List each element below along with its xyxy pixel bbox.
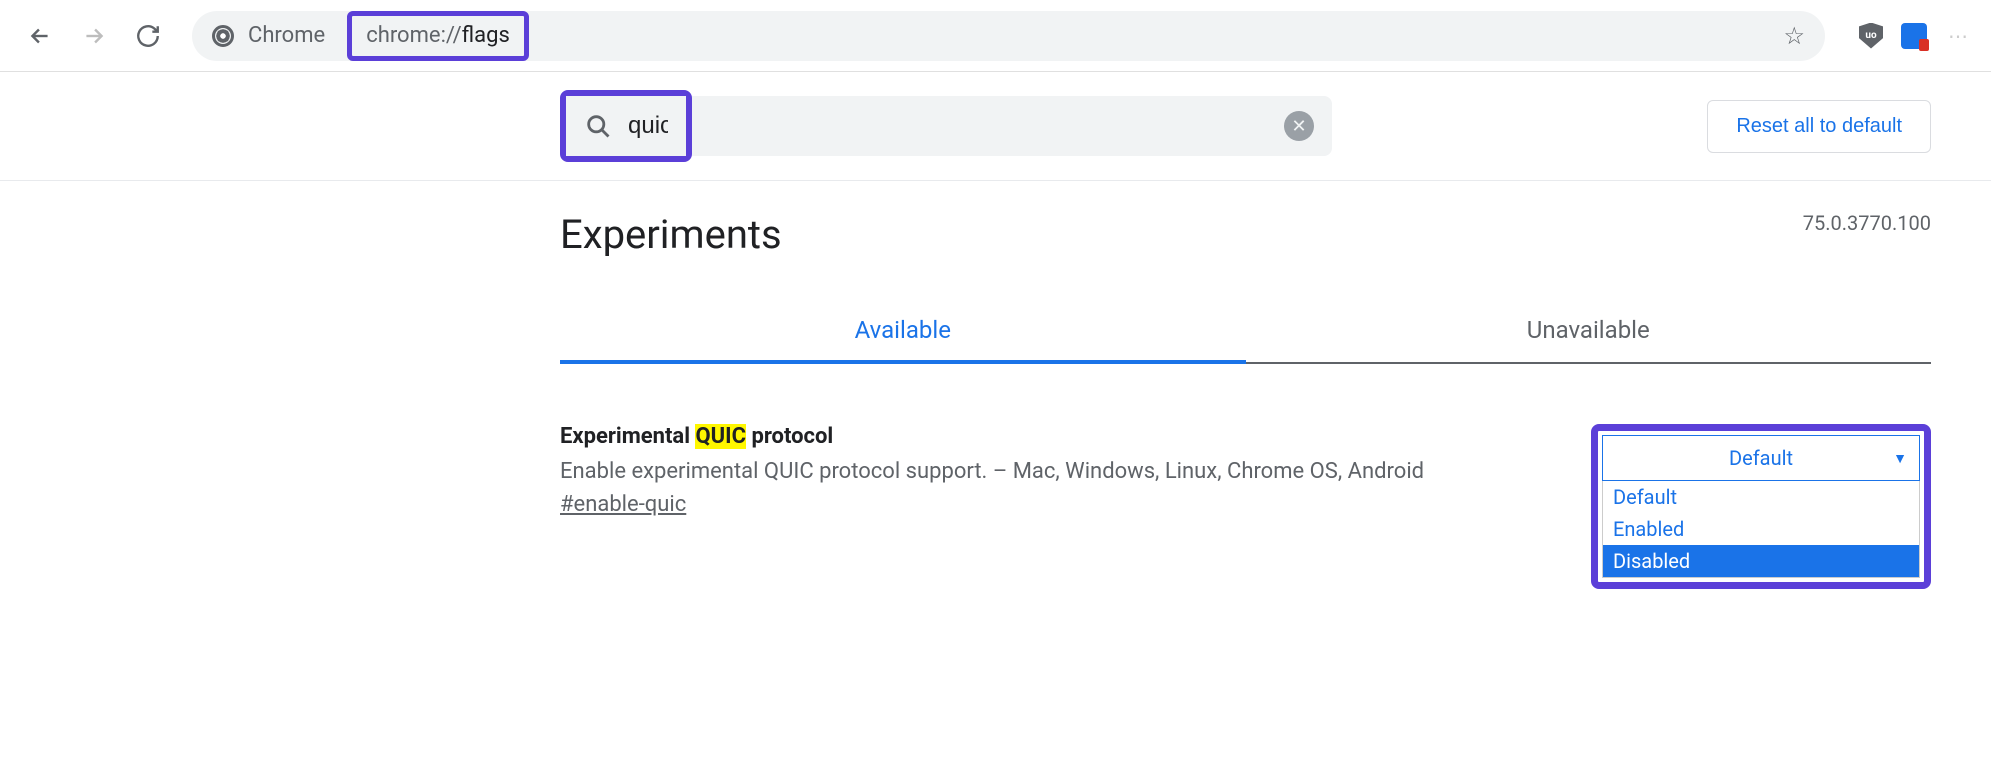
bookmark-star-icon[interactable]: ☆ [1783,22,1805,50]
extension-blue-icon[interactable] [1901,23,1927,49]
flag-description: Enable experimental QUIC protocol suppor… [560,459,1551,484]
content: Experiments 75.0.3770.100 Available Unav… [0,181,1991,649]
omnibox-label: Chrome [248,23,325,48]
flag-text: Experimental QUIC protocol Enable experi… [560,424,1551,517]
flags-header: ✕ Reset all to default [0,72,1991,181]
search-box-rest: ✕ [692,96,1332,156]
chrome-icon [212,25,234,47]
flag-title: Experimental QUIC protocol [560,424,1551,449]
flag-row: Experimental QUIC protocol Enable experi… [560,424,1931,589]
flag-select[interactable]: Default [1602,435,1920,481]
reload-button[interactable] [128,16,168,56]
search-wrap: ✕ [560,90,1332,162]
search-input[interactable] [628,112,668,140]
extension-icons: uo ⋯ [1849,23,1971,49]
browser-toolbar: Chrome chrome://flags ☆ uo ⋯ [0,0,1991,72]
title-row: Experiments 75.0.3770.100 [560,211,1931,258]
option-disabled[interactable]: Disabled [1603,545,1919,577]
tab-unavailable[interactable]: Unavailable [1246,298,1932,362]
url-text: chrome://flags [366,23,510,48]
version-text: 75.0.3770.100 [1803,211,1931,235]
flag-select-value: Default [1729,446,1793,470]
page-title: Experiments [560,211,782,258]
reset-all-button[interactable]: Reset all to default [1707,100,1931,153]
tabs: Available Unavailable [560,298,1931,364]
search-highlight-box [560,90,692,162]
tab-available[interactable]: Available [560,298,1246,362]
back-button[interactable] [20,16,60,56]
search-icon [584,112,612,140]
omnibox[interactable]: Chrome chrome://flags ☆ [192,11,1825,61]
select-highlight-box: Default Default Enabled Disabled [1591,424,1931,589]
clear-search-button[interactable]: ✕ [1284,111,1314,141]
extension-grey-icon[interactable]: ⋯ [1945,23,1971,49]
forward-button[interactable] [74,16,114,56]
flag-hash-link[interactable]: #enable-quic [560,492,686,517]
ublock-icon[interactable]: uo [1859,23,1883,49]
search-box[interactable] [566,96,686,156]
option-enabled[interactable]: Enabled [1603,513,1919,545]
option-default[interactable]: Default [1603,481,1919,513]
flag-options-list: Default Enabled Disabled [1602,481,1920,578]
url-highlight-box: chrome://flags [347,11,529,61]
